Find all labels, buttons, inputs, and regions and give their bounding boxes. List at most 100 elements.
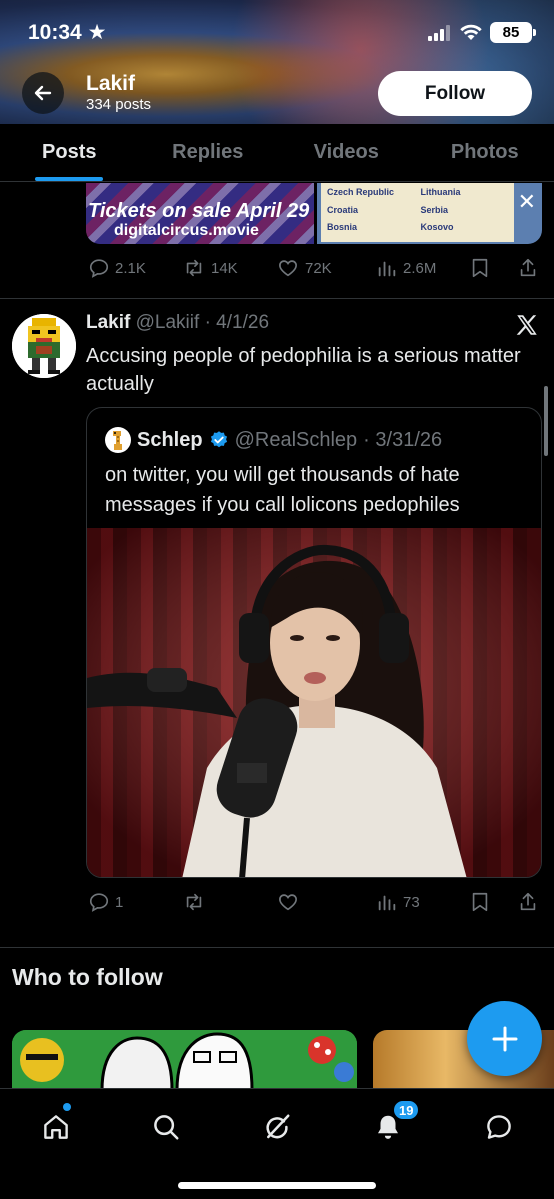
arrow-left-icon — [34, 85, 52, 101]
bookmark-icon — [472, 892, 488, 912]
nav-grok[interactable] — [255, 1105, 299, 1149]
countries-card: Czech Republic Lithuania Croatia Serbia … — [321, 183, 514, 242]
previous-post-actions: 2.1K 14K 72K 2.6M — [0, 255, 554, 283]
reply-action[interactable]: 2.1K — [88, 257, 146, 279]
battery-indicator: 85 — [490, 22, 536, 43]
quoted-author-avatar — [105, 427, 131, 453]
repost-action[interactable] — [182, 891, 211, 913]
ad-headline: Tickets on sale April 29 — [88, 200, 310, 222]
profile-post-count: 334 posts — [86, 96, 152, 113]
tab-videos[interactable]: Videos — [277, 124, 416, 181]
back-button[interactable] — [22, 72, 64, 114]
reply-count: 1 — [115, 893, 124, 911]
x-logo-icon — [516, 315, 537, 335]
views-chart-icon — [378, 895, 396, 911]
country-label: Kosovo — [420, 222, 454, 233]
suggested-account-banner — [12, 1030, 357, 1090]
views-count: 2.6M — [403, 259, 437, 277]
views-action[interactable]: 2.6M — [376, 257, 436, 279]
repost-icon — [186, 259, 202, 277]
quoted-post[interactable]: Schlep @RealSchlep · 3/31/26 on twitter,… — [86, 407, 542, 878]
digital-circus-ad-image[interactable]: Tickets on sale April 29 digitalcircus.m… — [86, 183, 314, 244]
suggested-account-card[interactable] — [12, 1030, 357, 1090]
share-action[interactable] — [518, 257, 538, 279]
bookmark-action[interactable] — [470, 891, 490, 913]
profile-title: Lakif 334 posts — [86, 72, 151, 114]
home-indicator[interactable] — [178, 1182, 376, 1189]
reply-action[interactable]: 1 — [88, 891, 123, 913]
wifi-icon — [460, 24, 482, 40]
focus-star-icon: ★ — [87, 21, 107, 44]
share-action[interactable] — [518, 891, 538, 913]
section-divider — [0, 947, 554, 948]
reply-count: 2.1K — [115, 259, 146, 277]
views-action[interactable]: 73 — [376, 891, 420, 913]
profile-name: Lakif — [86, 72, 136, 95]
status-time-text: 10:34 — [28, 21, 82, 44]
follow-button[interactable]: Follow — [378, 71, 532, 116]
share-icon — [520, 258, 536, 277]
verified-badge-icon — [210, 431, 227, 448]
country-label: Czech Republic — [327, 187, 395, 197]
reply-icon — [89, 893, 109, 912]
quoted-author-name[interactable]: Schlep — [137, 429, 203, 452]
battery-level: 85 — [502, 24, 520, 41]
nav-search[interactable] — [144, 1105, 188, 1149]
country-label: Serbia — [420, 204, 449, 215]
reply-icon — [89, 259, 109, 278]
quoted-post-header: Schlep @RealSchlep · 3/31/26 — [105, 427, 442, 453]
like-count: 72K — [305, 259, 332, 277]
bookmark-action[interactable] — [470, 257, 490, 279]
post-date[interactable]: · 4/1/26 — [205, 312, 269, 333]
nav-home[interactable] — [34, 1105, 78, 1149]
plus-icon — [492, 1026, 517, 1051]
scroll-indicator[interactable] — [544, 386, 548, 456]
countries-list-image[interactable]: Czech Republic Lithuania Croatia Serbia … — [317, 183, 542, 244]
tab-posts[interactable]: Posts — [0, 124, 139, 181]
repost-action[interactable]: 14K — [182, 257, 238, 279]
bookmark-icon — [472, 258, 488, 278]
quoted-post-image[interactable] — [87, 528, 541, 877]
country-label: Croatia — [327, 204, 359, 215]
ad-url: digitalcircus.movie — [114, 222, 259, 239]
post-author-name[interactable]: Lakif — [86, 312, 130, 333]
notifications-badge: 19 — [392, 1099, 421, 1121]
nav-messages[interactable] — [477, 1105, 521, 1149]
post-text: Accusing people of pedophilia is a serio… — [86, 345, 521, 395]
status-time: 10:34 ★ — [28, 20, 106, 45]
who-to-follow-title: Who to follow — [12, 964, 163, 990]
views-count: 73 — [403, 893, 420, 911]
tab-photos[interactable]: Photos — [416, 124, 554, 181]
unread-dot — [63, 1103, 71, 1111]
post-header: Lakif @Lakiif · 4/1/26 — [86, 312, 269, 334]
compose-post-button[interactable] — [467, 1001, 542, 1076]
search-icon — [154, 1115, 179, 1140]
post-actions: 1 73 — [0, 889, 554, 917]
close-mark-icon: ✕ — [517, 189, 536, 214]
post-divider — [0, 298, 554, 299]
home-icon — [44, 1115, 68, 1139]
like-action[interactable] — [276, 891, 305, 913]
previous-post-media[interactable]: Tickets on sale April 29 digitalcircus.m… — [86, 183, 542, 245]
cellular-signal-icon — [428, 24, 450, 41]
message-icon — [487, 1115, 511, 1139]
post-author-handle[interactable]: @Lakiif — [136, 312, 200, 333]
repost-count: 14K — [211, 259, 238, 277]
country-label: Lithuania — [420, 187, 461, 197]
pixel-character-avatar — [12, 314, 76, 378]
heart-icon — [279, 260, 297, 277]
quoted-post-text: on twitter, you will get thousands of ha… — [105, 464, 460, 516]
tab-replies[interactable]: Replies — [139, 124, 278, 181]
profile-tabs: Posts Replies Videos Photos — [0, 124, 554, 182]
podcast-guest-photo — [87, 528, 541, 877]
views-chart-icon — [378, 261, 396, 277]
avatar[interactable] — [12, 314, 76, 378]
quoted-author-handle[interactable]: @RealSchlep — [235, 429, 358, 452]
heart-icon — [279, 894, 297, 911]
repost-icon — [186, 893, 202, 911]
status-bar: 10:34 ★ 85 — [0, 18, 554, 50]
giraffe-avatar-icon — [113, 431, 122, 450]
like-action[interactable]: 72K — [276, 257, 332, 279]
quoted-post-date[interactable]: · 3/31/26 — [363, 429, 442, 452]
status-icons: 85 — [428, 22, 536, 43]
